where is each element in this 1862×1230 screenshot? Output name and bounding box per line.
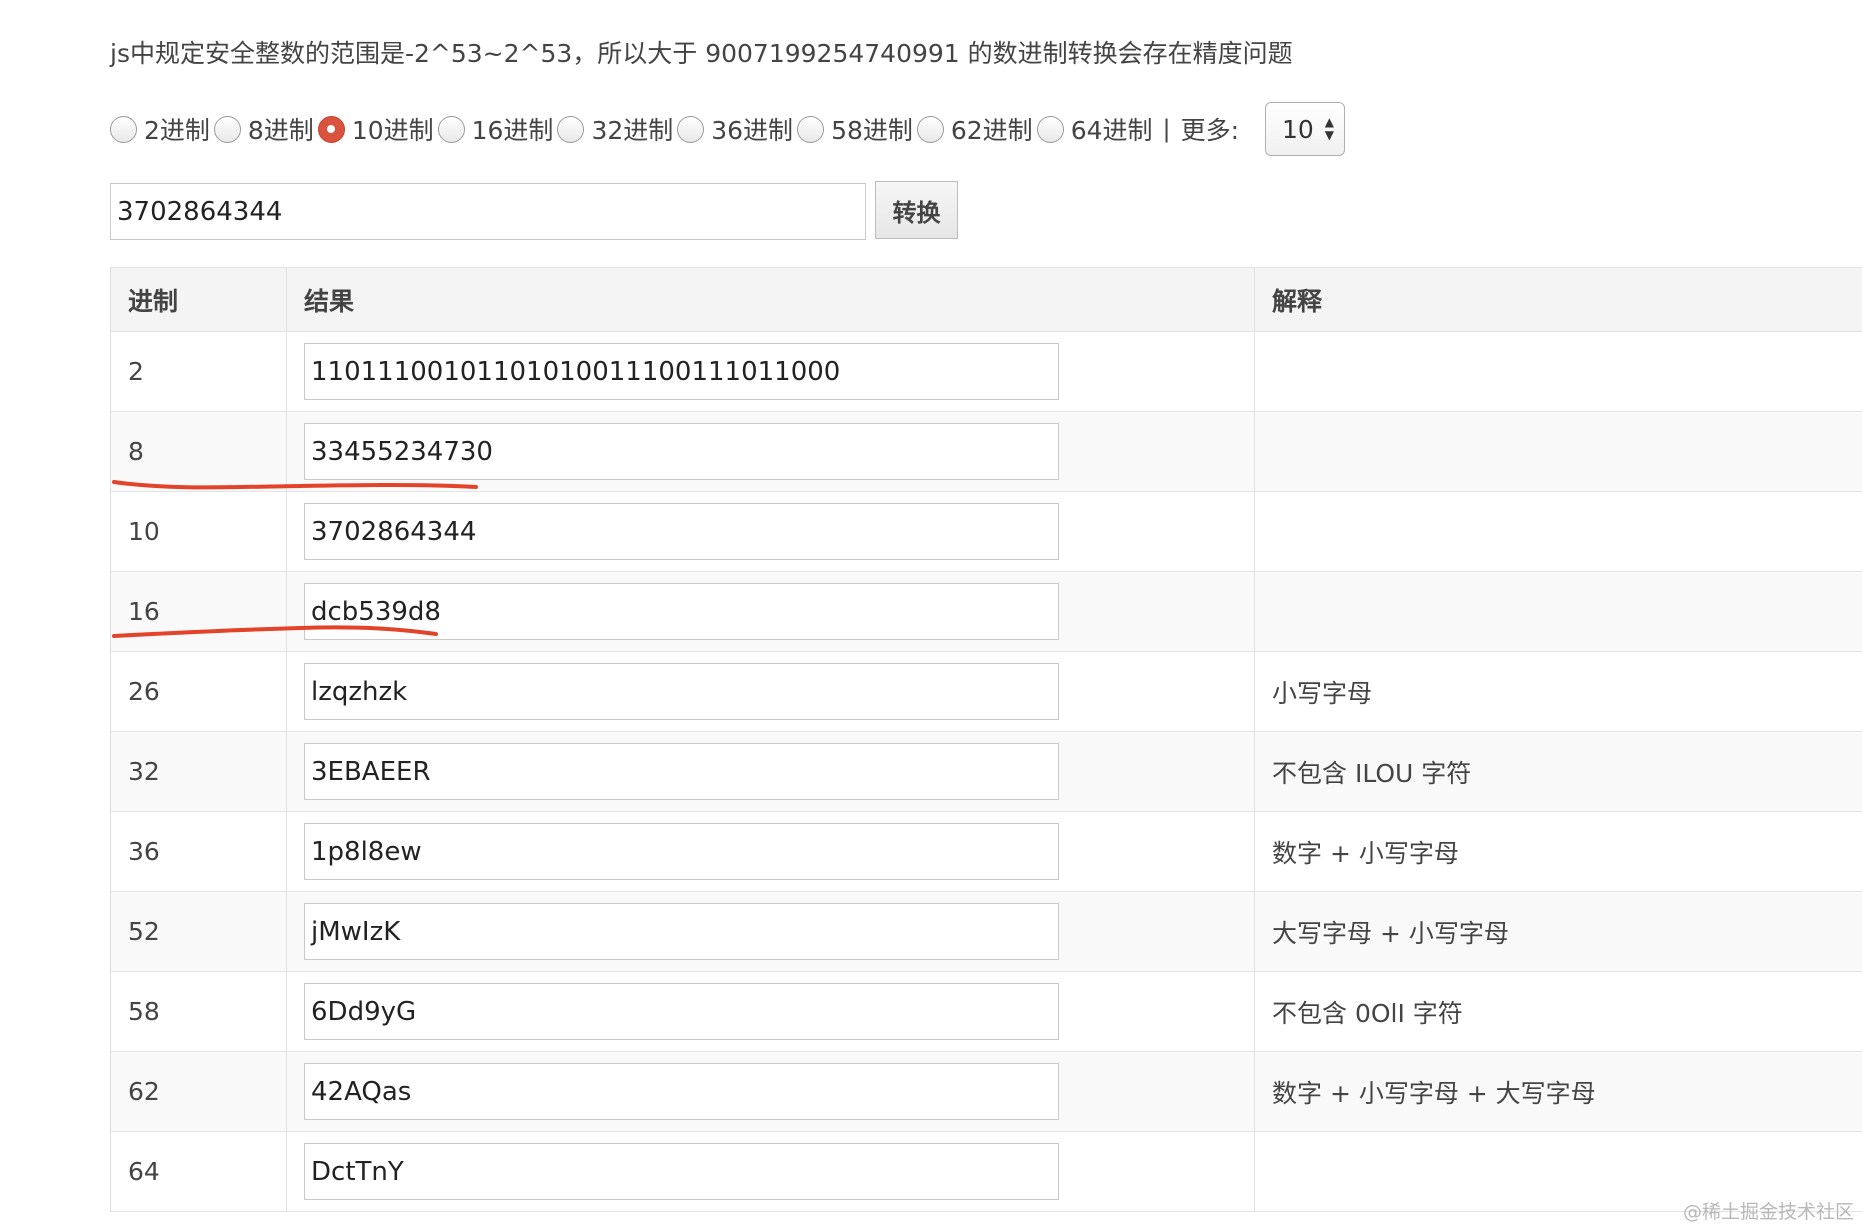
radio-base-10[interactable]: 10进制: [316, 111, 434, 147]
note-cell: 数字 + 小写字母: [1272, 838, 1459, 868]
separator: |: [1162, 115, 1171, 143]
base-cell: 58: [111, 972, 287, 1051]
radio-base-2[interactable]: 2进制: [108, 111, 210, 147]
radio-label: 32进制: [591, 116, 674, 145]
more-label: 更多:: [1180, 116, 1240, 145]
note-cell: 不包含 0OlI 字符: [1272, 998, 1463, 1028]
table-row: 62 42AQas 数字 + 小写字母 + 大写字母: [111, 1052, 1862, 1132]
updown-arrows-icon: ▲ ▼: [1324, 115, 1335, 142]
table-row: 26 lzqzhzk 小写字母: [111, 652, 1862, 732]
radio-label: 8进制: [247, 116, 314, 145]
base-cell: 36: [111, 812, 287, 891]
result-cell: 1p8l8ew: [287, 812, 1255, 891]
radio-circle-icon[interactable]: [797, 115, 825, 143]
radio-label: 64进制: [1070, 116, 1153, 145]
table-row: 58 6Dd9yG 不包含 0OlI 字符: [111, 972, 1862, 1052]
result-cell: 33455234730: [287, 412, 1255, 491]
radio-circle-icon[interactable]: [1036, 115, 1064, 143]
table-row: 10 3702864344: [111, 492, 1862, 572]
result-field[interactable]: jMwIzK: [304, 903, 1059, 960]
radio-label: 36进制: [711, 116, 794, 145]
table-row: 2 11011100101101010011100111011000: [111, 332, 1862, 412]
radio-base-36[interactable]: 36进制: [675, 111, 793, 147]
table-row: 16 dcb539d8: [111, 572, 1862, 652]
base-cell: 16: [111, 572, 287, 651]
precision-notice: js中规定安全整数的范围是-2^53~2^53，所以大于 90071992547…: [110, 39, 1293, 68]
convert-button[interactable]: 转换: [875, 181, 958, 239]
radix-radio-group: 2进制 8进制 10进制 16进制 32进制 36进制 58进制 62进制 64…: [108, 102, 1346, 156]
note-cell: 数字 + 小写字母 + 大写字母: [1272, 1078, 1596, 1108]
radio-checked-icon[interactable]: [317, 115, 345, 143]
result-field[interactable]: dcb539d8: [304, 583, 1059, 640]
table-row: 8 33455234730: [111, 412, 1862, 492]
more-radix-select[interactable]: 10 ▲ ▼: [1265, 102, 1346, 156]
radio-label: 16进制: [471, 116, 554, 145]
radio-base-8[interactable]: 8进制: [212, 111, 314, 147]
radio-circle-icon[interactable]: [677, 115, 705, 143]
base-cell: 2: [111, 332, 287, 411]
header-note: 解释: [1272, 286, 1323, 316]
note-cell: [1255, 332, 1862, 411]
result-cell: 3702864344: [287, 492, 1255, 571]
radio-base-64[interactable]: 64进制: [1035, 111, 1153, 147]
result-cell: 11011100101101010011100111011000: [287, 332, 1255, 411]
note-cell: [1255, 412, 1862, 491]
radio-circle-icon[interactable]: [916, 115, 944, 143]
select-value: 10: [1282, 114, 1314, 144]
result-cell: 42AQas: [287, 1052, 1255, 1131]
base-cell: 62: [111, 1052, 287, 1131]
radio-base-58[interactable]: 58进制: [795, 111, 913, 147]
result-cell: DctTnY: [287, 1132, 1255, 1211]
result-field[interactable]: 33455234730: [304, 423, 1059, 480]
result-cell: 6Dd9yG: [287, 972, 1255, 1051]
note-cell: [1255, 572, 1862, 651]
result-field[interactable]: lzqzhzk: [304, 663, 1059, 720]
radio-label: 2进制: [144, 116, 210, 145]
table-row: 52 jMwIzK 大写字母 + 小写字母: [111, 892, 1862, 972]
table-row: 36 1p8l8ew 数字 + 小写字母: [111, 812, 1862, 892]
base-cell: 8: [111, 412, 287, 491]
result-field[interactable]: DctTnY: [304, 1143, 1059, 1200]
table-row: 32 3EBAEER 不包含 ILOU 字符: [111, 732, 1862, 812]
radio-circle-icon[interactable]: [437, 115, 465, 143]
header-base: 进制: [111, 268, 287, 331]
radio-label: 10进制: [351, 116, 434, 145]
result-field[interactable]: 11011100101101010011100111011000: [304, 343, 1059, 400]
result-field[interactable]: 42AQas: [304, 1063, 1059, 1120]
radio-label: 58进制: [831, 116, 913, 145]
result-field[interactable]: 6Dd9yG: [304, 983, 1059, 1040]
number-input[interactable]: 3702864344: [110, 183, 866, 240]
note-cell: 小写字母: [1272, 678, 1373, 708]
base-cell: 32: [111, 732, 287, 811]
radio-base-16[interactable]: 16进制: [436, 111, 554, 147]
radio-circle-icon[interactable]: [213, 115, 241, 143]
note-cell: [1255, 492, 1862, 571]
base-cell: 52: [111, 892, 287, 971]
radio-base-32[interactable]: 32进制: [555, 111, 673, 147]
note-cell: 不包含 ILOU 字符: [1272, 758, 1472, 788]
result-cell: jMwIzK: [287, 892, 1255, 971]
result-cell: lzqzhzk: [287, 652, 1255, 731]
result-cell: dcb539d8: [287, 572, 1255, 651]
note-cell: 大写字母 + 小写字母: [1272, 918, 1509, 948]
result-cell: 3EBAEER: [287, 732, 1255, 811]
result-field[interactable]: 3EBAEER: [304, 743, 1059, 800]
watermark: @稀土掘金技术社区: [1682, 1201, 1854, 1223]
radio-circle-icon[interactable]: [110, 115, 137, 143]
table-header-row: 进制 结果 解释: [111, 267, 1862, 332]
header-result: 结果: [287, 268, 1255, 331]
base-cell: 26: [111, 652, 287, 731]
radio-label: 62进制: [950, 116, 1033, 145]
base-cell: 10: [111, 492, 287, 571]
base-cell: 64: [111, 1132, 287, 1211]
result-table: 进制 结果 解释 2 11011100101101010011100111011…: [110, 267, 1862, 1212]
radio-base-62[interactable]: 62进制: [915, 111, 1033, 147]
radio-circle-icon[interactable]: [557, 115, 585, 143]
result-field[interactable]: 3702864344: [304, 503, 1059, 560]
result-field[interactable]: 1p8l8ew: [304, 823, 1059, 880]
table-row: 64 DctTnY: [111, 1132, 1862, 1212]
